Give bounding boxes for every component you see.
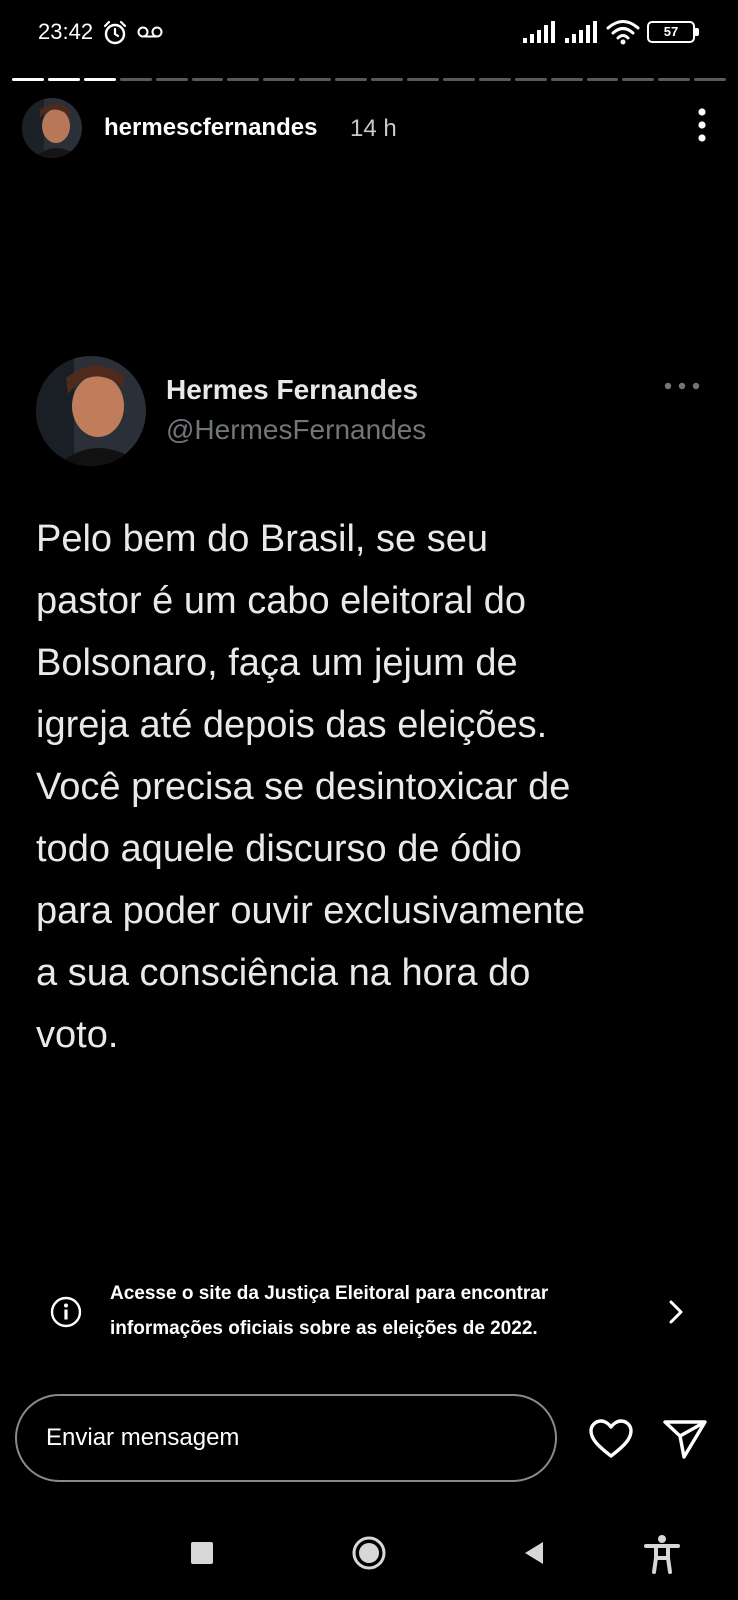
send-message-input[interactable]: Enviar mensagem [15, 1394, 557, 1482]
accessibility-icon[interactable] [644, 1534, 680, 1574]
story-progress-segment [371, 78, 403, 81]
tweet-text-line: igreja até depois das eleições. [36, 704, 548, 746]
back-icon[interactable] [523, 1540, 545, 1566]
avatar[interactable] [22, 98, 82, 158]
tweet-text-line: para poder ouvir exclusivamente [36, 890, 586, 932]
story-progress-segment [335, 78, 368, 81]
recent-apps-icon[interactable] [191, 1542, 213, 1564]
story-progress-segment [83, 78, 116, 81]
story-progress-segment [12, 78, 44, 81]
like-heart-icon[interactable] [588, 1418, 634, 1460]
story-progress-segment [694, 78, 727, 81]
banner-text: Acesse o site da Justiça Eleitoral para … [110, 1276, 630, 1346]
tweet-author-handle: @HermesFernandes [166, 414, 427, 445]
story-progress-segment [514, 78, 547, 81]
alarm-icon [103, 20, 127, 45]
story-username[interactable]: hermescfernandes [104, 114, 317, 142]
story-progress-segment [406, 78, 439, 81]
more-options-icon[interactable] [696, 108, 708, 142]
tweet-text-line: a sua consciência na hora do [36, 952, 531, 994]
story-progress-segment [442, 78, 475, 81]
banner-line: informações oficiais sobre as eleições d… [110, 1318, 538, 1339]
story-progress-segment [478, 78, 511, 81]
tweet-avatar [36, 356, 146, 466]
send-message-placeholder: Enviar mensagem [46, 1424, 240, 1451]
tweet-text-line: Você precisa se desintoxicar de [36, 766, 571, 808]
story-time: 14 h [350, 115, 397, 142]
tweet-more-icon [664, 382, 700, 390]
story-progress [12, 78, 727, 81]
tweet-text: Pelo bem do Brasil, se seu pastor é um c… [36, 508, 702, 1066]
story-progress-segment [586, 78, 619, 81]
tweet-text-line: Bolsonaro, faça um jejum de [36, 642, 518, 684]
story-progress-segment [155, 78, 188, 81]
story-progress-segment [47, 78, 80, 81]
story-progress-segment [622, 78, 655, 81]
send-paper-plane-icon[interactable] [662, 1418, 708, 1460]
battery-level: 57 [663, 24, 679, 39]
story-progress-segment [550, 78, 583, 81]
tweet-text-line: Pelo bem do Brasil, se seu [36, 518, 489, 560]
signal-icon [565, 21, 597, 43]
tweet-text-line: voto. [36, 1014, 119, 1056]
story-progress-segment [299, 78, 332, 81]
story-progress-segment [658, 78, 691, 81]
election-info-banner[interactable]: Acesse o site da Justiça Eleitoral para … [46, 1272, 696, 1352]
signal-icon [523, 21, 555, 43]
status-bar: 23:42 57 [0, 0, 738, 64]
story-progress-segment [263, 78, 296, 81]
battery-icon: 57 [647, 21, 699, 43]
info-icon [50, 1296, 82, 1328]
voicemail-icon [137, 26, 163, 38]
story-header: hermescfernandes 14 h [22, 98, 722, 158]
chevron-right-icon [669, 1300, 683, 1324]
avatar-photo [22, 98, 82, 158]
wifi-icon [606, 20, 640, 45]
story-progress-segment [191, 78, 224, 81]
tweet-text-line: todo aquele discurso de ódio [36, 828, 522, 870]
banner-line: Acesse o site da Justiça Eleitoral para … [110, 1283, 549, 1304]
home-icon[interactable] [351, 1535, 387, 1571]
tweet-author-name: Hermes Fernandes [166, 374, 419, 405]
story-progress-segment [119, 78, 152, 81]
status-time: 23:42 [38, 19, 94, 44]
story-progress-segment [227, 78, 260, 81]
system-nav-bar [0, 1520, 738, 1600]
tweet-avatar-photo [36, 356, 146, 466]
tweet-text-line: pastor é um cabo eleitoral do [36, 580, 527, 622]
